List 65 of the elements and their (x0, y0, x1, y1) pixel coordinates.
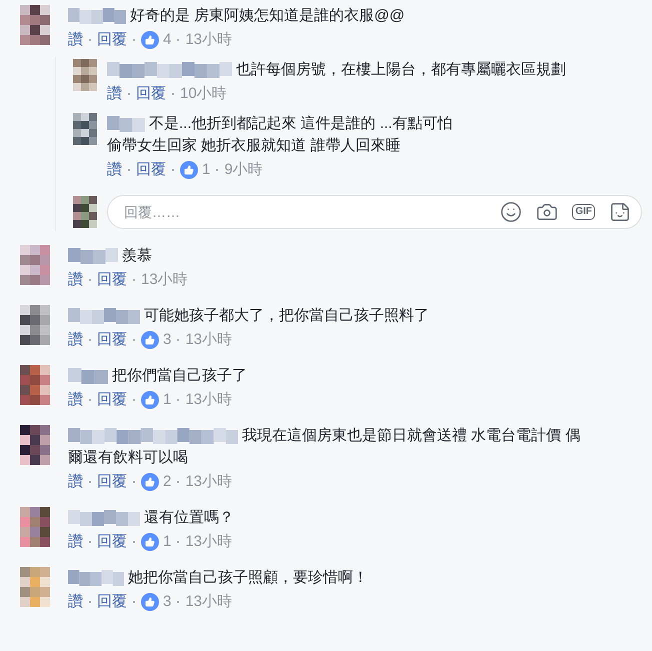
emoji-icon[interactable] (500, 201, 522, 223)
like-icon (141, 391, 159, 409)
like-link[interactable]: 讚 (107, 159, 122, 181)
name-blur-drawing (68, 368, 108, 384)
like-count: 2 (163, 472, 172, 492)
comment-text: 我現在這個房東也是節日就會送禮 水電台電計價 偶 (242, 426, 580, 446)
timestamp: 13小時 (141, 270, 188, 290)
reply-link[interactable]: 回覆 (136, 83, 166, 105)
like-icon (141, 593, 159, 611)
reply-link[interactable]: 回覆 (136, 159, 166, 181)
like-count: 3 (163, 592, 172, 612)
gif-button[interactable]: GIF (572, 204, 595, 220)
like-count: 1 (202, 160, 210, 180)
comment-text: 爾還有飲料可以喝 (68, 449, 188, 466)
comment-text: 也許每個房號，在樓上陽台，都有專屬曬衣區規劃 (236, 60, 566, 80)
name-blur-drawing (107, 116, 145, 132)
reply-link[interactable]: 回覆 (97, 329, 127, 351)
timestamp: 13小時 (185, 532, 232, 552)
comment-text: 偷帶女生回家 她折衣服就知道 誰帶人回來睡 (107, 137, 400, 154)
timestamp: 13小時 (185, 592, 232, 612)
reply-link[interactable]: 回覆 (97, 591, 127, 613)
name-blur-drawing (68, 570, 124, 586)
like-link[interactable]: 讚 (68, 471, 83, 493)
like-icon (141, 31, 159, 49)
reply-link[interactable]: 回覆 (97, 29, 127, 51)
like-link[interactable]: 讚 (68, 329, 83, 351)
like-link[interactable]: 讚 (68, 29, 83, 51)
timestamp: 13小時 (185, 390, 232, 410)
name-blur-drawing (68, 248, 118, 264)
like-icon (141, 533, 159, 551)
like-link[interactable]: 讚 (68, 269, 83, 291)
timestamp: 13小時 (185, 472, 232, 492)
reply-link[interactable]: 回覆 (97, 269, 127, 291)
like-count: 3 (163, 330, 172, 350)
like-link[interactable]: 讚 (107, 83, 122, 105)
camera-icon[interactable] (536, 201, 558, 223)
timestamp: 13小時 (185, 30, 232, 50)
name-blur-drawing (68, 8, 126, 24)
comment-text: 把你們當自己孩子了 (112, 366, 247, 386)
reply-link[interactable]: 回覆 (97, 389, 127, 411)
comment-text: 她把你當自己孩子照顧，要珍惜啊！ (128, 568, 368, 588)
like-count: 1 (163, 390, 172, 410)
timestamp: 9小時 (224, 160, 263, 180)
comment-text: 還有位置嗎？ (144, 508, 234, 528)
comment-text: 可能她孩子都大了，把你當自己孩子照料了 (144, 306, 429, 326)
comment-text: 不是...他折到都記起來 這件是誰的 ...有點可怕 (149, 114, 452, 134)
name-blur-drawing (68, 510, 140, 526)
like-link[interactable]: 讚 (68, 389, 83, 411)
sticker-icon[interactable] (609, 201, 631, 223)
timestamp: 13小時 (185, 330, 232, 350)
like-icon (180, 161, 198, 179)
reply-input[interactable]: 回覆…… (124, 202, 500, 222)
like-link[interactable]: 讚 (68, 591, 83, 613)
like-icon (141, 331, 159, 349)
comment-text: 羨慕 (122, 246, 152, 266)
like-count: 4 (163, 30, 172, 50)
like-link[interactable]: 讚 (68, 531, 83, 553)
like-icon (141, 473, 159, 491)
reply-field[interactable]: 回覆…… GIF (107, 195, 642, 229)
reply-link[interactable]: 回覆 (97, 471, 127, 493)
comment-text: 好奇的是 房東阿姨怎知道是誰的衣服@@ (130, 6, 405, 26)
like-count: 1 (163, 532, 172, 552)
reply-link[interactable]: 回覆 (97, 531, 127, 553)
name-blur-drawing (68, 308, 140, 324)
timestamp: 10小時 (180, 84, 227, 104)
